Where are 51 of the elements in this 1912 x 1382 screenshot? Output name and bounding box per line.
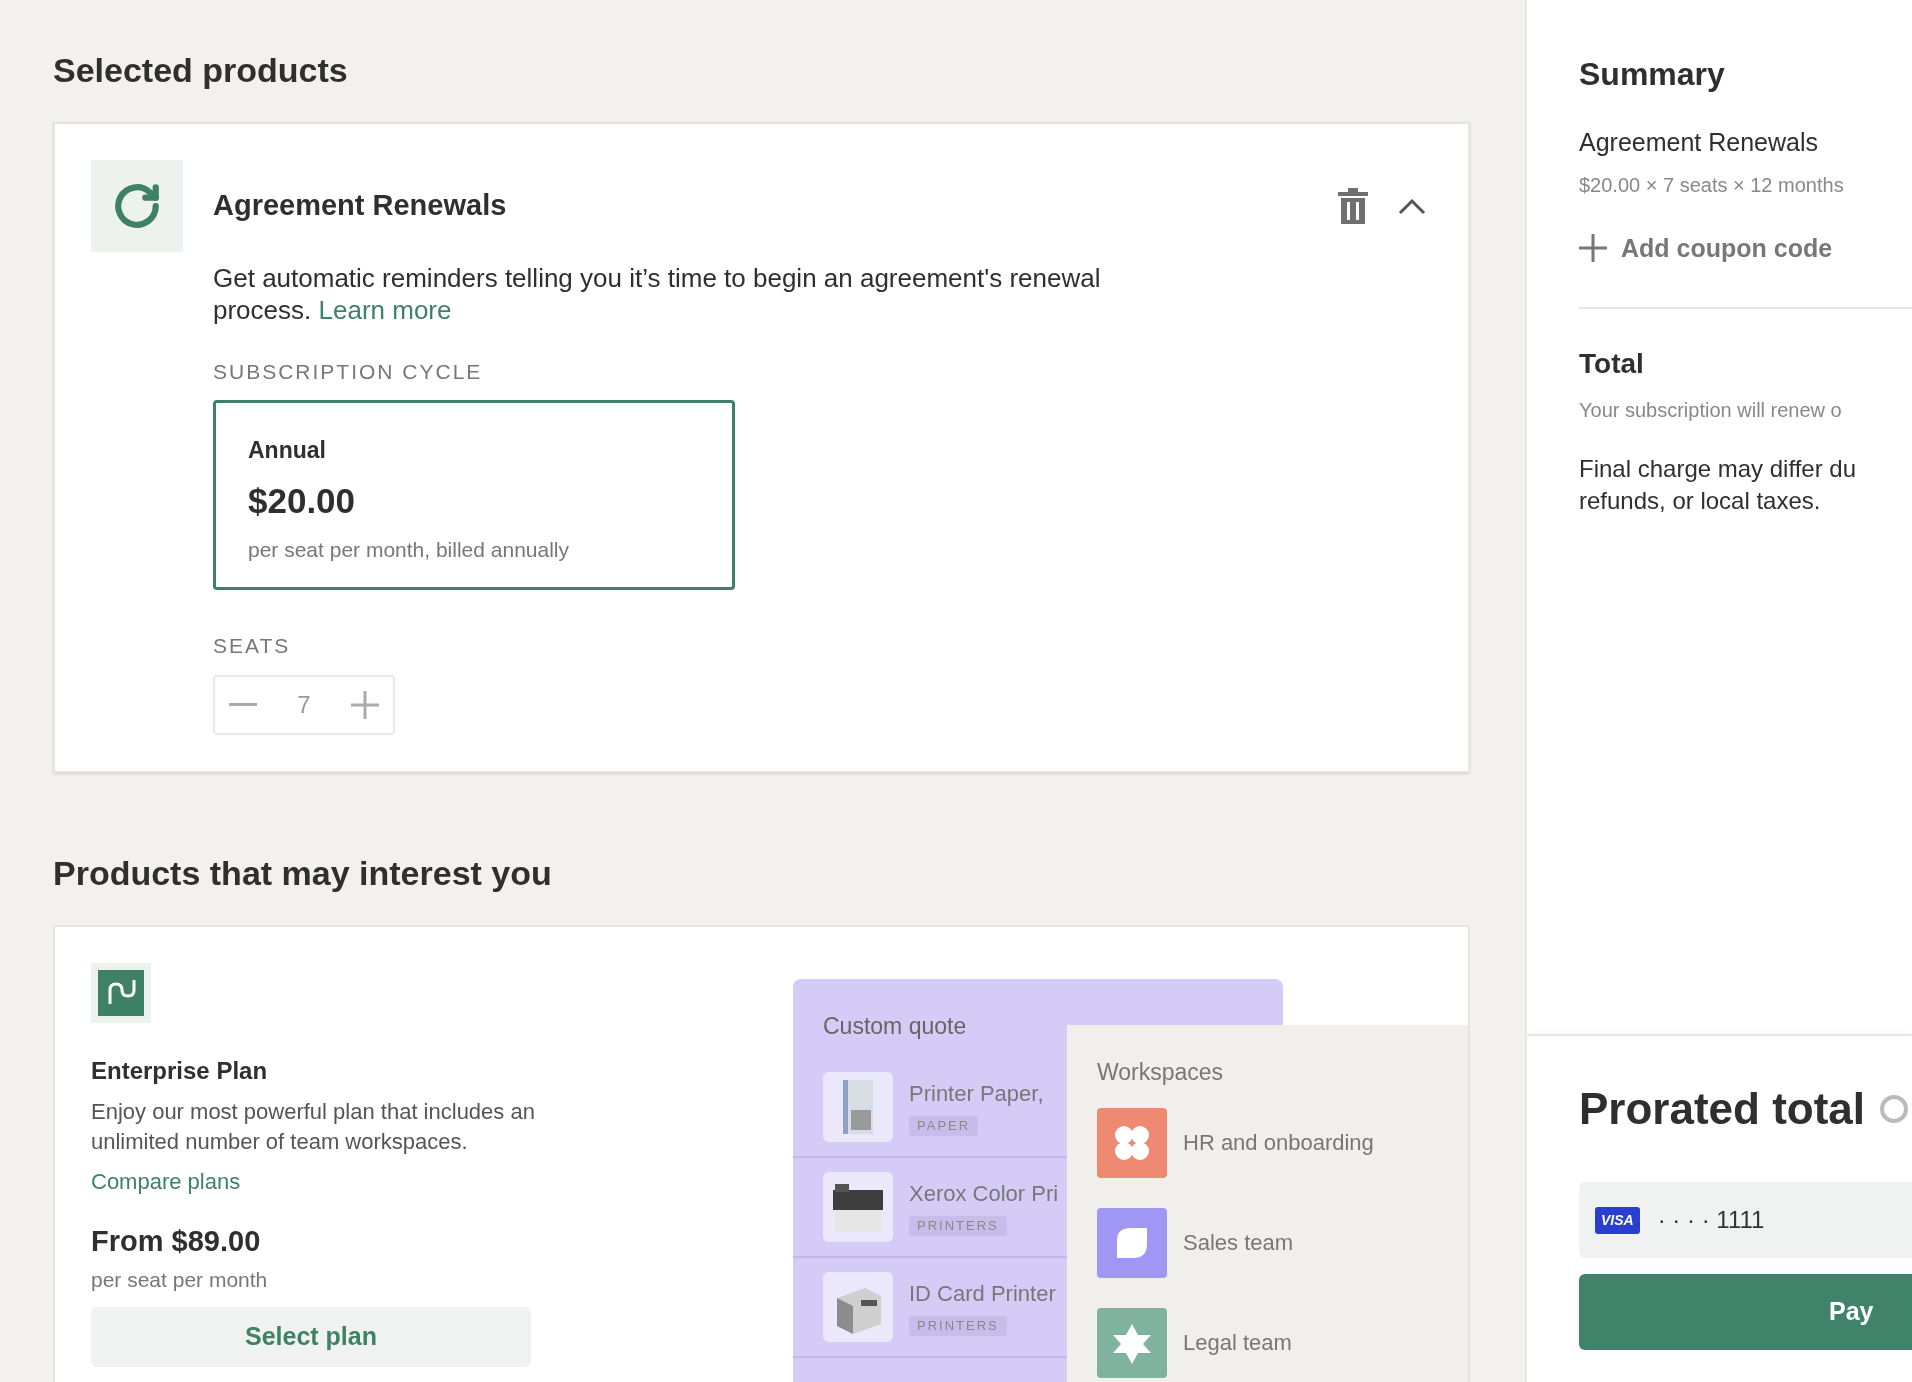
- plan-option[interactable]: Annual $20.00 per seat per month, billed annually: [213, 399, 735, 590]
- seats-value: 7: [297, 690, 311, 720]
- collapse-button[interactable]: [1398, 197, 1426, 215]
- product-description: Get automatic reminders telling you it’s time to begin an agreement's renewal process. Learn more: [213, 262, 1102, 326]
- summary-item-detail: $20.00 × 7 seats × 12 months: [1579, 172, 1845, 198]
- select-plan-button[interactable]: Select plan: [91, 1307, 531, 1367]
- trash-icon: [1338, 188, 1368, 224]
- prorated-total-title: Prorated total: [1579, 1083, 1866, 1135]
- category-tag: PRINTERS: [909, 1316, 1007, 1336]
- renewal-note: Your subscription will renew o: [1579, 398, 1843, 423]
- workspace-name: Sales team: [1183, 1229, 1294, 1257]
- workspace-name: HR and onboarding: [1183, 1129, 1374, 1157]
- field-label: SEATS: [213, 632, 292, 659]
- pay-button[interactable]: Pay: [1579, 1274, 1912, 1350]
- field-label: SUBSCRIPTION CYCLE: [213, 359, 484, 385]
- workspace-name: Legal team: [1183, 1329, 1292, 1357]
- workspaces-title: Workspaces: [1097, 1058, 1225, 1087]
- quote-item-name: Printer Paper,: [909, 1080, 1044, 1109]
- quote-item-name: Xerox Color Pri: [909, 1180, 1059, 1209]
- delete-button[interactable]: [1338, 188, 1368, 224]
- card-number: · · · · 1111: [1657, 1205, 1765, 1235]
- payment-card-field[interactable]: VISA · · · · 1111: [1579, 1182, 1912, 1258]
- section-heading: Selected products: [53, 50, 349, 91]
- summary-item: Agreement Renewals: [1579, 127, 1819, 158]
- category-tag: PAPER: [909, 1116, 979, 1136]
- minus-icon: [229, 703, 257, 707]
- charge-note: Final charge may differ du refunds, or local taxes.: [1579, 454, 1858, 516]
- logo-icon: [98, 970, 144, 1016]
- add-coupon-button[interactable]: Add coupon code: [1579, 229, 1833, 267]
- product-title: Agreement Renewals: [213, 188, 508, 224]
- category-tag: PRINTERS: [909, 1216, 1007, 1236]
- compare-plans-link[interactable]: Compare plans: [91, 1165, 241, 1198]
- info-icon: [1879, 1094, 1910, 1124]
- section-heading: Products that may interest you: [53, 853, 553, 894]
- plan-price: $20.00: [248, 480, 357, 522]
- plus-icon: [351, 691, 379, 719]
- plan-price: From $89.00: [91, 1224, 261, 1259]
- learn-more-link[interactable]: Learn more: [318, 295, 452, 325]
- quote-item-name: ID Card Printer: [909, 1280, 1056, 1309]
- total-title: Total: [1579, 347, 1645, 381]
- plan-price-note: per seat per month: [91, 1266, 268, 1293]
- plan-title: Enterprise Plan: [91, 1056, 268, 1086]
- refresh-icon: [112, 181, 162, 231]
- quote-title: Custom quote: [822, 1012, 968, 1041]
- plan-description: Enjoy our most powerful plan that includes an unlimited number of team workspaces.: [91, 1098, 536, 1156]
- card-brand-badge: VISA: [1595, 1206, 1640, 1234]
- plan-name: Annual: [248, 435, 327, 465]
- plan-note: per seat per month, billed annually: [248, 536, 571, 563]
- summary-title: Summary: [1579, 55, 1726, 94]
- plus-icon: [1579, 234, 1607, 263]
- chevron-icon: [1398, 197, 1426, 215]
